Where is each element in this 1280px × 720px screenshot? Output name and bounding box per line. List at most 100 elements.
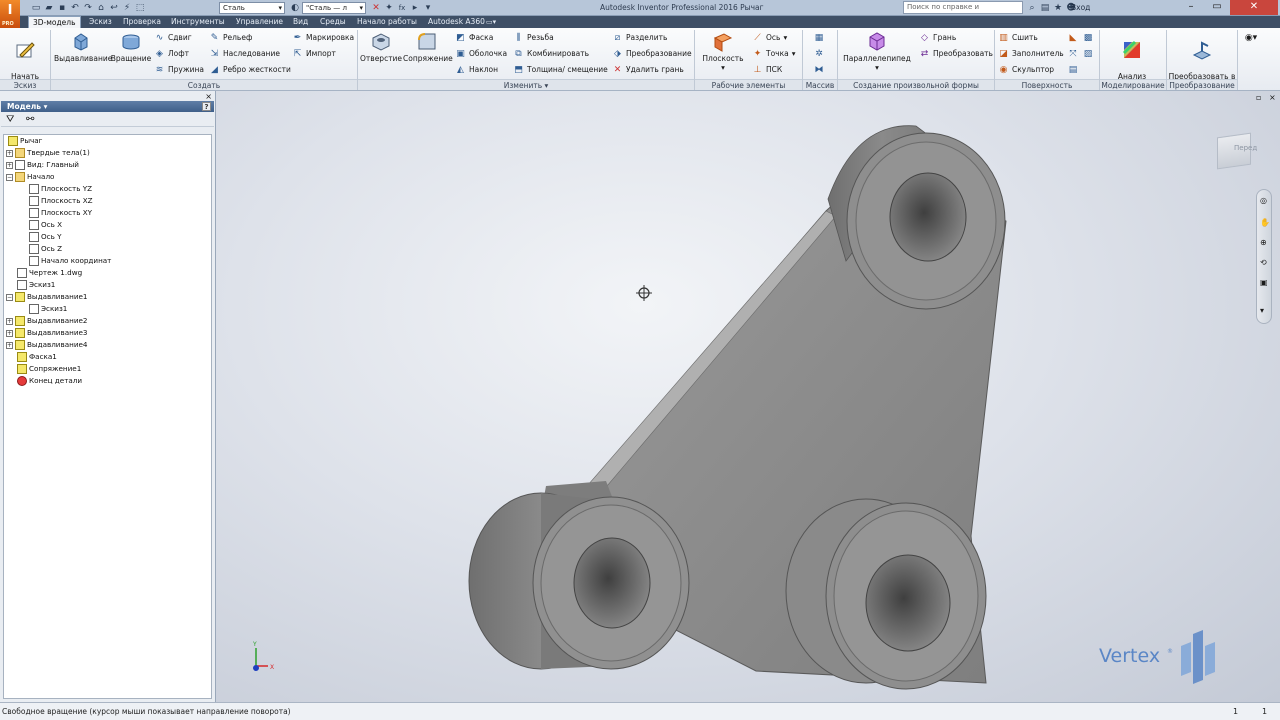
tab-tools[interactable]: Инструменты — [171, 16, 225, 28]
collapse-icon[interactable]: − — [6, 293, 13, 301]
browser-node[interactable]: + Выдавливание2 — [6, 315, 88, 327]
repair-icon[interactable]: ▨ — [1082, 48, 1094, 60]
sweep-button[interactable]: ∿ Сдвиг — [154, 32, 192, 44]
pan-icon[interactable]: ✋ — [1260, 218, 1270, 227]
expand-icon[interactable]: + — [6, 341, 13, 349]
browser-node[interactable]: Сопряжение1 — [6, 363, 81, 375]
stitch-button[interactable]: ▥ Сшить — [998, 32, 1038, 44]
clear-appearance-icon[interactable]: ✕ — [370, 2, 382, 14]
undo-icon[interactable]: ↶ — [69, 2, 81, 14]
freeform-convert-button[interactable]: ⇄ Преобразовать — [919, 48, 993, 60]
measure-icon[interactable]: ▸ — [409, 2, 421, 14]
expand-icon[interactable]: + — [6, 149, 13, 157]
delete-surface-icon[interactable]: ▤ — [1067, 64, 1079, 76]
open-file-icon[interactable]: ▰ — [43, 2, 55, 14]
search-icon[interactable]: ⌕ — [1026, 2, 1038, 14]
maximize-icon[interactable]: ▭ — [1204, 0, 1230, 15]
adjust-icon[interactable]: ✦ — [383, 2, 395, 14]
return-icon[interactable]: ↩ — [108, 2, 120, 14]
browser-node[interactable]: Плоскость XZ — [18, 195, 93, 207]
material-combo[interactable]: Сталь — [219, 2, 285, 14]
redo-icon[interactable]: ↷ — [82, 2, 94, 14]
viewcube[interactable]: Перед — [1213, 129, 1259, 171]
favorites-icon[interactable]: ★ — [1052, 2, 1064, 14]
viewport-restore-icon[interactable]: ▫ — [1256, 93, 1261, 102]
browser-node[interactable]: Конец детали — [6, 375, 82, 387]
tab-manage[interactable]: Управление — [236, 16, 283, 28]
browser-node[interactable]: + Выдавливание4 — [6, 339, 88, 351]
fillet-button[interactable]: Сопряжение — [403, 30, 453, 63]
viewport-close-icon[interactable]: × — [1269, 93, 1276, 102]
axis-button[interactable]: ⟋ Ось ▾ — [752, 32, 787, 44]
direct-edit-button[interactable]: ⬗ Преобразование — [612, 48, 692, 60]
hole-button[interactable]: Отверстие — [360, 30, 402, 63]
browser-header[interactable]: Модель ▾ ? — [1, 101, 214, 112]
browser-node[interactable]: Ось Z — [18, 243, 62, 255]
import-button[interactable]: ⇱ Импорт — [292, 48, 336, 60]
browser-help-icon[interactable]: ? — [202, 102, 211, 111]
filter-icon[interactable]: ⛛ — [6, 114, 14, 125]
sculpt-button[interactable]: ◉ Скульптор — [998, 64, 1054, 76]
freeform-face-button[interactable]: ◇ Грань — [919, 32, 956, 44]
tab-get-started[interactable]: Начало работы — [357, 16, 417, 28]
expand-icon[interactable]: + — [6, 329, 13, 337]
plane-button[interactable]: Плоскость ▾ — [698, 30, 748, 72]
delete-face-button[interactable]: ✕ Удалить грань — [612, 64, 684, 76]
fx-icon[interactable]: fx — [396, 2, 408, 14]
home-icon[interactable]: ⌂ — [95, 2, 107, 14]
expand-icon[interactable]: + — [6, 161, 13, 169]
orbit-icon[interactable]: ⟲ — [1260, 258, 1267, 267]
browser-node[interactable]: − Выдавливание1 — [6, 291, 88, 303]
browser-node[interactable]: Ось X — [18, 219, 62, 231]
ucs-button[interactable]: ⊥ ПСК — [752, 64, 783, 76]
browser-node[interactable]: Рычаг — [6, 135, 42, 147]
browser-node[interactable]: − Начало — [6, 171, 54, 183]
tab-environments[interactable]: Среды — [320, 16, 346, 28]
inventor-logo[interactable]: I PRO — [0, 0, 20, 28]
select-icon[interactable]: ⬚ — [134, 2, 146, 14]
mirror-icon[interactable]: ⧓ — [813, 64, 825, 76]
browser-node[interactable]: + Выдавливание3 — [6, 327, 88, 339]
replace-face-icon[interactable]: ⤧ — [1067, 48, 1079, 60]
coil-button[interactable]: ≋ Пружина — [154, 64, 204, 76]
browser-node[interactable]: Фаска1 — [6, 351, 57, 363]
nav-bar-options-icon[interactable]: ▾ — [1260, 306, 1264, 315]
freeform-box-button[interactable]: Параллелепипед ▾ — [843, 30, 911, 72]
close-icon[interactable]: ✕ — [1230, 0, 1278, 15]
point-button[interactable]: ✦ Точка ▾ — [752, 48, 796, 60]
thread-button[interactable]: ⫼ Резьба — [513, 32, 553, 44]
appearance-combo[interactable]: "Сталь — л — [302, 2, 366, 14]
rib-button[interactable]: ◢ Ребро жесткости — [209, 64, 291, 76]
trim-icon[interactable]: ◣ — [1067, 32, 1079, 44]
panel-close-icon[interactable]: × — [205, 92, 212, 101]
more-tools-icon[interactable]: ▾ — [422, 2, 434, 14]
split-button[interactable]: ⧄ Разделить — [612, 32, 668, 44]
collapse-icon[interactable]: − — [6, 173, 13, 181]
subscription-icon[interactable]: ▤ — [1039, 2, 1051, 14]
tab-overflow-icon[interactable]: ▭▾ — [486, 16, 496, 28]
group-label-modify[interactable]: Изменить ▾ — [358, 79, 694, 90]
browser-node[interactable]: Плоскость XY — [18, 207, 92, 219]
appearance-icon[interactable]: ◐ — [289, 2, 301, 14]
browser-node[interactable]: + Твердые тела(1) — [6, 147, 90, 159]
browser-node[interactable]: Эскиз1 — [6, 279, 55, 291]
graphics-viewport[interactable]: Y X Перед ▫ × ◎ ✋ ⊕ ⟲ ▣ ▾ Vertex ® — [216, 91, 1280, 702]
ribbon-options-icon[interactable]: ◉▾ — [1242, 32, 1260, 44]
tab-sketch[interactable]: Эскиз — [89, 16, 112, 28]
browser-node[interactable]: Плоскость YZ — [18, 183, 92, 195]
help-search-input[interactable]: Поиск по справке и командам... — [903, 1, 1023, 22]
save-icon[interactable]: ▪ — [56, 2, 68, 14]
thicken-button[interactable]: ⬒ Толщина/ смещение — [513, 64, 608, 76]
find-binoculars-icon[interactable]: ⚯ — [26, 114, 34, 125]
browser-node[interactable]: + Вид: Главный — [6, 159, 79, 171]
rectangular-pattern-icon[interactable]: ▦ — [813, 32, 825, 44]
derive-button[interactable]: ⇲ Наследование — [209, 48, 280, 60]
browser-node[interactable]: Эскиз1 — [18, 303, 67, 315]
draft-button[interactable]: ◭ Наклон — [455, 64, 498, 76]
chamfer-button[interactable]: ◩ Фаска — [455, 32, 493, 44]
update-icon[interactable]: ⚡ — [121, 2, 133, 14]
steering-wheel-icon[interactable]: ◎ — [1260, 196, 1267, 205]
browser-node[interactable]: Чертеж 1.dwg — [6, 267, 82, 279]
browser-node[interactable]: Начало координат — [18, 255, 111, 267]
shell-button[interactable]: ▣ Оболочка — [455, 48, 507, 60]
